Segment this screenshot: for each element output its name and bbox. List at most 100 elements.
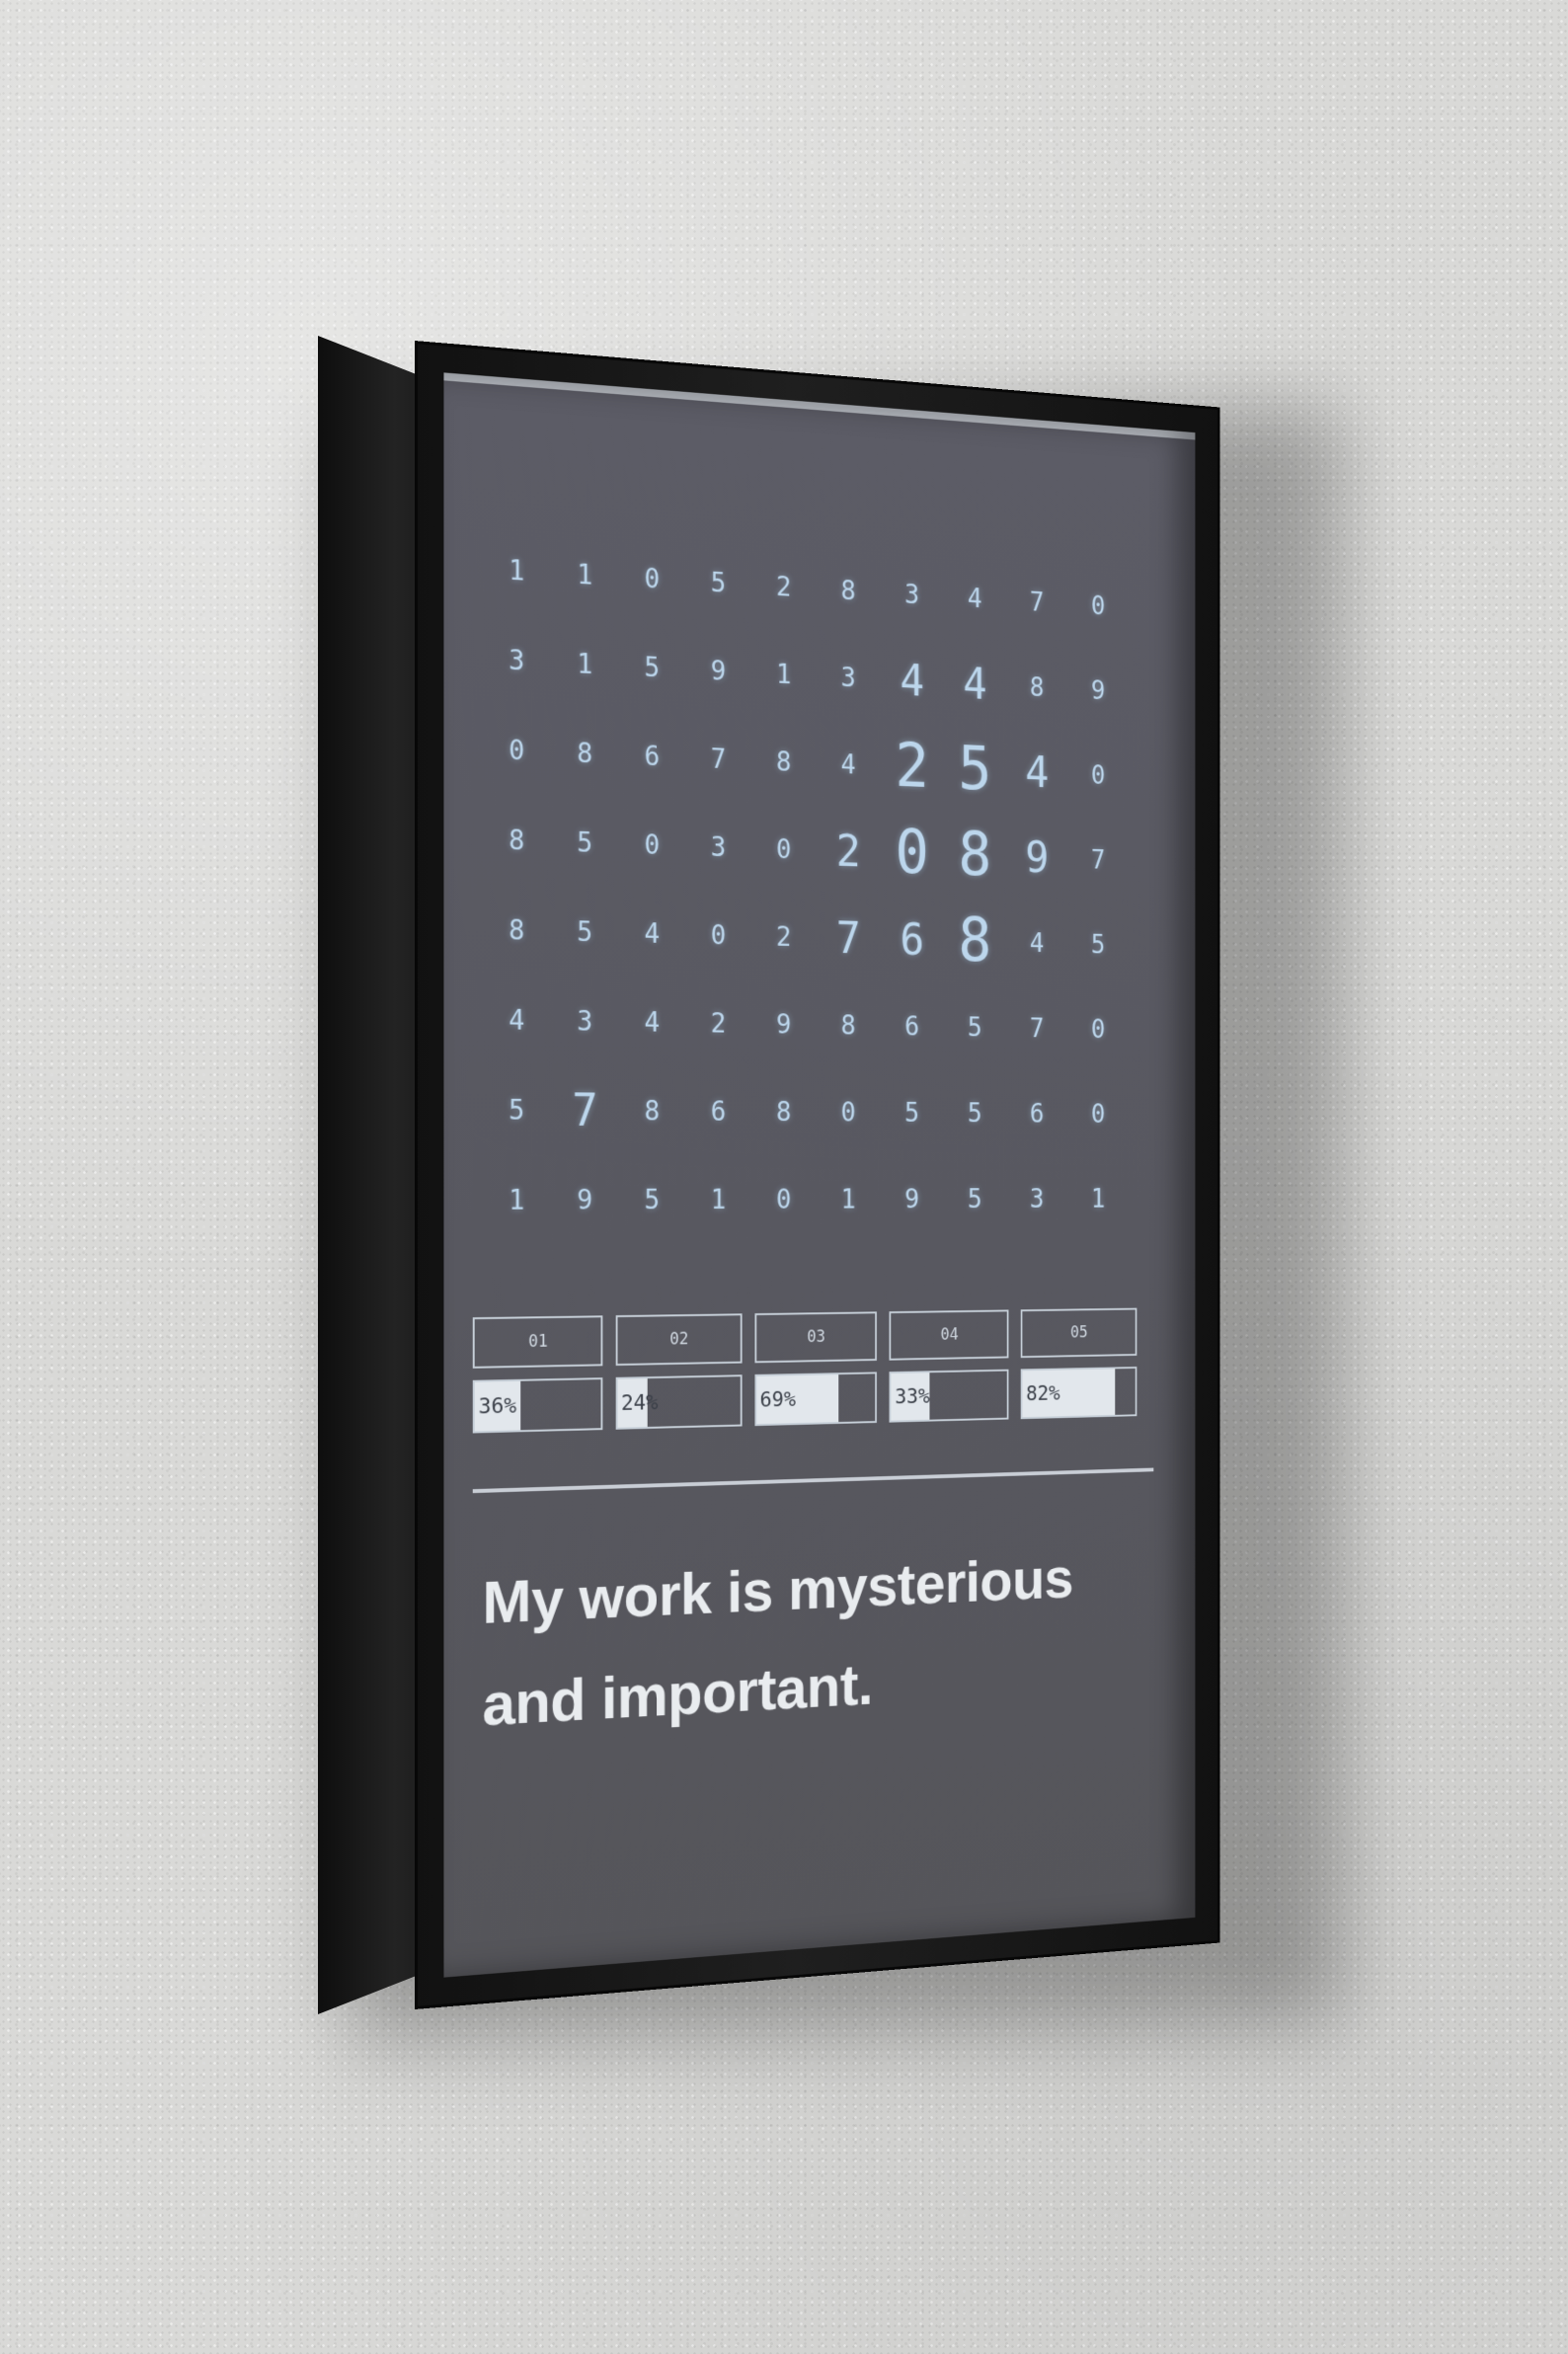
bin-percent: 36%: [478, 1393, 517, 1419]
number-grid: 1105283470315913448908678425408503020897…: [482, 522, 1128, 1244]
poster-frame: 1105283470315913448908678425408503020897…: [415, 341, 1220, 2009]
grid-digit: 0: [509, 733, 525, 767]
grid-digit: 1: [577, 557, 593, 591]
grid-digit: 7: [1029, 586, 1045, 618]
bin-label: 05: [1020, 1307, 1137, 1359]
grid-digit: 0: [1090, 1098, 1106, 1129]
grid-digit: 3: [1029, 1182, 1045, 1214]
grid-digit: 8: [1029, 670, 1045, 703]
grid-digit: 6: [900, 913, 924, 966]
grid-digit: 0: [840, 1096, 856, 1128]
grid-digit: 8: [840, 1008, 856, 1041]
grid-digit: 8: [958, 905, 992, 977]
grid-digit: 3: [509, 643, 525, 677]
grid-digit: 3: [577, 1004, 593, 1038]
grid-digit: 4: [963, 658, 987, 710]
grid-digit: 5: [1090, 928, 1106, 960]
grid-digit: 1: [509, 1183, 525, 1216]
bin-progress-bar: 33%: [889, 1369, 1009, 1423]
grid-digit: 9: [710, 654, 727, 687]
grid-digit: 8: [776, 745, 792, 778]
bin-3: 03 69%: [754, 1311, 878, 1427]
grid-digit: 4: [967, 582, 982, 614]
grid-digit: 8: [509, 823, 525, 857]
grid-digit: 6: [1029, 1097, 1045, 1129]
grid-digit: 4: [1029, 926, 1045, 959]
grid-digit: 1: [577, 647, 593, 680]
grid-digit: 0: [895, 818, 929, 889]
bin-percent: 69%: [759, 1387, 796, 1412]
grid-digit: 3: [710, 830, 727, 863]
grid-digit: 1: [1090, 1182, 1106, 1214]
divider: [472, 1467, 1154, 1494]
grid-digit: 3: [840, 661, 856, 693]
grid-digit: 8: [840, 574, 856, 606]
grid-digit: 4: [840, 747, 856, 780]
grid-digit: 8: [958, 820, 992, 891]
grid-digit: 0: [1090, 1013, 1106, 1045]
grid-digit: 8: [509, 912, 525, 947]
grid-digit: 3: [904, 578, 920, 610]
grid-digit: 5: [710, 566, 727, 599]
grid-digit: 2: [710, 1006, 727, 1039]
bin-percent: 82%: [1026, 1381, 1060, 1406]
grid-digit: 6: [644, 739, 661, 772]
bin-label: 01: [472, 1315, 603, 1369]
bin-label: 03: [754, 1311, 878, 1364]
grid-digit: 9: [776, 1007, 792, 1040]
grid-digit: 4: [900, 654, 924, 707]
grid-digit: 8: [776, 1095, 792, 1128]
grid-digit: 8: [644, 1094, 661, 1127]
poster: 1105283470315913448908678425408503020897…: [443, 372, 1196, 1978]
bin-label: 04: [889, 1309, 1009, 1361]
grid-digit: 1: [776, 657, 792, 690]
grid-digit: 0: [644, 827, 661, 861]
bin-percent: 33%: [895, 1384, 930, 1409]
grid-digit: 7: [1090, 843, 1106, 875]
grid-digit: 5: [904, 1096, 920, 1129]
grid-digit: 7: [710, 742, 727, 775]
grid-digit: 5: [644, 1183, 661, 1216]
bins-row: 01 36% 02 24% 03 69% 04 33% 05 82%: [472, 1307, 1137, 1434]
grid-digit: 0: [1090, 758, 1106, 791]
grid-digit: 5: [577, 914, 593, 948]
grid-digit: 9: [1090, 673, 1106, 706]
bin-progress-bar: 36%: [472, 1377, 603, 1434]
grid-digit: 2: [895, 731, 929, 803]
tagline: My work is mysterious and important.: [482, 1545, 1073, 1740]
grid-digit: 2: [835, 824, 861, 877]
bin-percent: 24%: [621, 1390, 659, 1416]
grid-digit: 0: [776, 832, 792, 865]
grid-digit: 1: [509, 553, 525, 588]
bin-progress-bar: 82%: [1020, 1367, 1137, 1420]
grid-digit: 0: [776, 1183, 792, 1216]
grid-digit: 9: [577, 1183, 593, 1216]
grid-digit: 9: [904, 1183, 920, 1215]
grid-digit: 5: [958, 734, 992, 805]
grid-digit: 5: [967, 1097, 982, 1129]
grid-digit: 0: [644, 561, 661, 595]
grid-digit: 5: [577, 825, 593, 859]
grid-digit: 0: [710, 918, 727, 951]
bin-2: 02 24%: [615, 1313, 743, 1430]
grid-digit: 2: [776, 570, 792, 603]
grid-digit: 6: [904, 1010, 920, 1042]
grid-digit: 6: [710, 1094, 727, 1128]
grid-digit: 7: [835, 911, 861, 964]
grid-digit: 5: [967, 1183, 982, 1215]
grid-digit: 4: [509, 1003, 525, 1037]
grid-digit: 7: [572, 1083, 598, 1137]
grid-digit: 2: [776, 920, 792, 953]
grid-digit: 5: [967, 1011, 982, 1043]
bin-5: 05 82%: [1020, 1307, 1137, 1420]
grid-digit: 5: [644, 650, 661, 683]
bin-1: 01 36%: [472, 1315, 603, 1434]
bin-label: 02: [615, 1313, 743, 1367]
grid-digit: 0: [1090, 589, 1106, 621]
grid-digit: 4: [1025, 745, 1050, 798]
grid-digit: 9: [1025, 831, 1050, 883]
grid-digit: 7: [1029, 1012, 1045, 1044]
grid-digit: 4: [644, 916, 661, 950]
grid-digit: 1: [840, 1183, 856, 1215]
grid-digit: 8: [577, 736, 593, 769]
